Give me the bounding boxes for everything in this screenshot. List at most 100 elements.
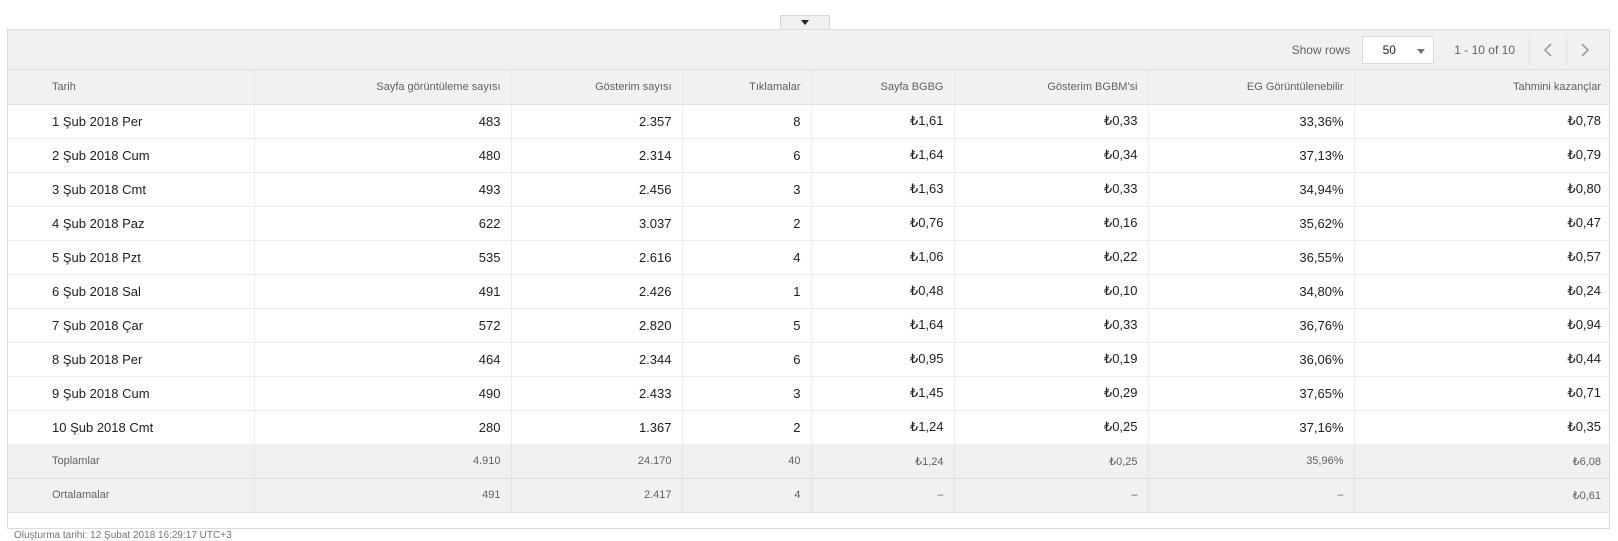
value-cell: ₺0,57 [1353,240,1609,275]
value-cell: ₺0,44 [1353,342,1609,377]
table-row: 7 Şub 2018 Çar 572 2.820 5 ₺1,64 ₺0,33 36,76% ₺… [8,308,1609,343]
value-cell: 2.426 [510,274,682,309]
column-header[interactable]: Gösterim BGBM'si [953,70,1148,105]
table-row: 1 Şub 2018 Per 483 2.357 8 ₺1,61 ₺0,33 33,36% ₺… [8,104,1609,139]
rows-per-page-select[interactable]: 50 [1362,35,1435,64]
value-cell: 2 [681,206,811,241]
value-cell: 37,65% [1147,376,1354,411]
value-cell: ₺1,64 [810,308,954,343]
value-cell: 2.344 [510,342,682,377]
date-cell: 1 Şub 2018 Per [8,104,254,139]
next-page-button[interactable] [1566,34,1603,65]
column-header[interactable]: Tarih [8,70,254,105]
date-cell: 6 Şub 2018 Sal [8,274,254,309]
value-cell: 6 [681,138,811,173]
table-summary: Toplamlar 4.910 24.170 40 ₺1,24 ₺0,25 35,96% ₺6… [8,444,1609,513]
value-cell: ₺0,94 [1353,308,1609,343]
value-cell: ₺0,80 [1353,172,1609,207]
value-cell: 36,06% [1147,342,1354,377]
value-cell: ₺0,24 [1353,274,1609,309]
table-row: 10 Şub 2018 Cmt 280 1.367 2 ₺1,24 ₺0,25 37,16%… [8,410,1609,445]
value-cell: 36,76% [1147,308,1354,343]
value-cell: 2.456 [510,172,682,207]
value-cell: 4 [681,240,811,275]
date-cell: 10 Şub 2018 Cmt [8,410,254,445]
value-cell: 2.433 [510,376,682,411]
summary-cell: – [810,478,954,513]
value-cell: ₺0,47 [1353,206,1609,241]
value-cell: 33,36% [1147,104,1354,139]
summary-cell: ₺6,08 [1353,444,1609,479]
value-cell: 2.314 [510,138,682,173]
value-cell: 572 [253,308,511,343]
value-cell: 1.367 [510,410,682,445]
value-cell: 491 [253,274,511,309]
chevron-left-icon [1543,42,1552,57]
value-cell: 3.037 [510,206,682,241]
collapse-toggle-button[interactable] [780,15,830,29]
table-row: 8 Şub 2018 Per 464 2.344 6 ₺0,95 ₺0,19 36,06% ₺… [8,342,1609,377]
value-cell: 8 [681,104,811,139]
value-cell: ₺0,78 [1353,104,1609,139]
column-header[interactable]: Sayfa BGBG [810,70,954,105]
table-toolbar: Show rows 50 1 - 10 of 10 [8,30,1609,70]
summary-label: Toplamlar [8,444,254,479]
value-cell: ₺0,79 [1353,138,1609,173]
previous-page-button[interactable] [1529,34,1566,65]
table-row: 4 Şub 2018 Paz 622 3.037 2 ₺0,76 ₺0,16 35,62% ₺… [8,206,1609,241]
summary-cell: – [1147,478,1354,513]
value-cell: 5 [681,308,811,343]
value-cell: 493 [253,172,511,207]
value-cell: ₺1,63 [810,172,954,207]
report-table: Tarih Sayfa görüntüleme sayısı Gösterim sa… [8,70,1609,513]
date-cell: 4 Şub 2018 Paz [8,206,254,241]
dropdown-arrow-icon [1417,48,1426,54]
totals-row: Toplamlar 4.910 24.170 40 ₺1,24 ₺0,25 35,96% ₺6… [8,444,1609,479]
column-header[interactable]: Tahmini kazançlar [1353,70,1609,105]
report-table-panel: Show rows 50 1 - 10 of 10 Tarih Sayfa gör… [7,29,1610,529]
summary-cell: 35,96% [1147,444,1354,479]
value-cell: ₺1,24 [810,410,954,445]
value-cell: ₺1,06 [810,240,954,275]
value-cell: 36,55% [1147,240,1354,275]
table-row: 5 Şub 2018 Pzt 535 2.616 4 ₺1,06 ₺0,22 36,55% ₺… [8,240,1609,275]
value-cell: ₺0,33 [953,172,1148,207]
column-header[interactable]: Tıklamalar [681,70,811,105]
value-cell: 3 [681,172,811,207]
value-cell: 490 [253,376,511,411]
summary-cell: 4 [681,478,811,513]
value-cell: 6 [681,342,811,377]
value-cell: ₺0,25 [953,410,1148,445]
generated-timestamp: Oluşturma tarihi: 12 Şubat 2018 16:29:17… [14,530,232,541]
value-cell: ₺0,10 [953,274,1148,309]
value-cell: ₺0,48 [810,274,954,309]
rows-per-page-value: 50 [1382,42,1396,57]
caret-down-icon [801,20,809,25]
value-cell: ₺0,33 [953,308,1148,343]
value-cell: 483 [253,104,511,139]
value-cell: 535 [253,240,511,275]
summary-cell: 40 [681,444,811,479]
table-row: 3 Şub 2018 Cmt 493 2.456 3 ₺1,63 ₺0,33 34,94% ₺… [8,172,1609,207]
date-cell: 8 Şub 2018 Per [8,342,254,377]
value-cell: ₺1,45 [810,376,954,411]
value-cell: ₺0,34 [953,138,1148,173]
table-row: 6 Şub 2018 Sal 491 2.426 1 ₺0,48 ₺0,10 34,80% ₺… [8,274,1609,309]
value-cell: 34,94% [1147,172,1354,207]
value-cell: ₺0,22 [953,240,1148,275]
value-cell: ₺0,76 [810,206,954,241]
column-header[interactable]: Gösterim sayısı [510,70,682,105]
value-cell: ₺0,16 [953,206,1148,241]
column-header[interactable]: Sayfa görüntüleme sayısı [253,70,511,105]
value-cell: ₺1,64 [810,138,954,173]
averages-row: Ortalamalar 491 2.417 4– – – ₺0,61 [8,478,1609,513]
summary-cell: ₺0,25 [953,444,1148,479]
summary-cell: 491 [253,478,511,513]
summary-cell: ₺1,24 [810,444,954,479]
table-header: Tarih Sayfa görüntüleme sayısı Gösterim sa… [8,70,1609,105]
show-rows-label: Show rows [1291,42,1351,57]
column-header[interactable]: EG Görüntülenebilir [1147,70,1354,105]
value-cell: 622 [253,206,511,241]
pagination-range: 1 - 10 of 10 [1454,42,1515,57]
table-body: 1 Şub 2018 Per 483 2.357 8 ₺1,61 ₺0,33 33,36% ₺… [8,104,1609,445]
